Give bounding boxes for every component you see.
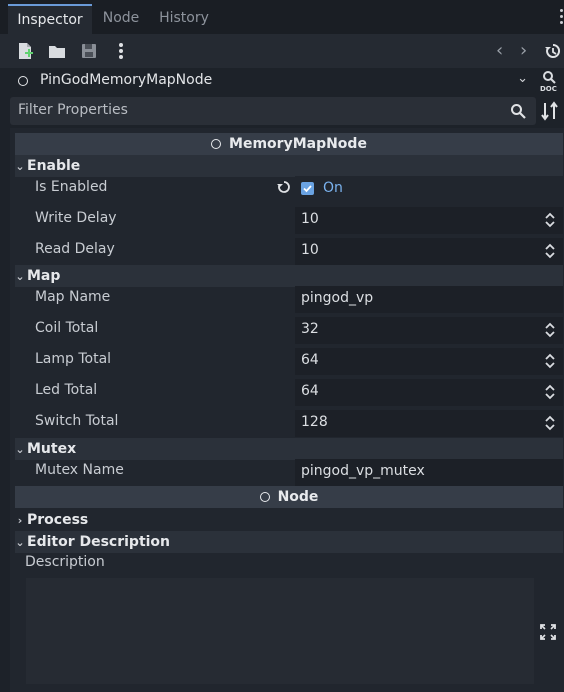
history-forward-icon[interactable]: › — [520, 40, 527, 61]
new-resource-icon[interactable] — [16, 42, 34, 60]
section-label: Editor Description — [27, 534, 171, 550]
switch-total-spinbox[interactable]: 128 — [295, 410, 563, 437]
object-selector[interactable]: PinGodMemoryMapNode ⌄ — [10, 68, 536, 94]
search-icon — [511, 104, 526, 119]
property-label: Map Name — [35, 289, 111, 305]
object-history-icon[interactable] — [544, 42, 562, 60]
map-name-value: pingod_vp — [301, 290, 374, 306]
write-delay-spinbox[interactable]: 10 — [295, 207, 563, 234]
read-delay-value: 10 — [301, 242, 319, 258]
property-is-enabled: Is Enabled On — [25, 174, 563, 205]
description-textarea[interactable] — [26, 578, 534, 684]
category-node: Node — [15, 486, 563, 508]
filter-properties-placeholder: Filter Properties — [18, 102, 128, 118]
lamp-total-value: 64 — [301, 352, 319, 368]
mutex-name-value: pingod_vp_mutex — [301, 463, 425, 479]
property-label: Led Total — [35, 382, 98, 398]
section-label: Enable — [27, 158, 81, 174]
lamp-total-spinbox[interactable]: 64 — [295, 348, 563, 375]
more-options-icon[interactable] — [112, 42, 130, 60]
spinner-arrows-icon[interactable] — [545, 415, 555, 431]
node-circle-icon — [259, 492, 270, 502]
coil-total-value: 32 — [301, 321, 319, 337]
node-circle-icon — [18, 76, 28, 86]
svg-text:DOC: DOC — [540, 85, 557, 92]
property-coil-total: Coil Total 32 — [25, 315, 563, 346]
open-folder-icon[interactable] — [48, 42, 66, 60]
property-label: Switch Total — [35, 413, 119, 429]
category-label: MemoryMapNode — [229, 136, 367, 152]
tab-menu-icon[interactable] — [558, 6, 564, 30]
tab-node[interactable]: Node — [96, 4, 146, 34]
spinner-arrows-icon[interactable] — [545, 353, 555, 369]
node-circle-icon — [211, 139, 222, 149]
map-name-field[interactable]: pingod_vp — [295, 286, 563, 313]
read-delay-spinbox[interactable]: 10 — [295, 238, 563, 265]
switch-total-value: 128 — [301, 414, 328, 430]
save-icon[interactable] — [80, 42, 98, 60]
property-lamp-total: Lamp Total 64 — [25, 346, 563, 377]
inspector-toolbar: ‹ › — [0, 34, 564, 68]
chevron-right-icon: › — [17, 514, 23, 527]
is-enabled-checkbox[interactable]: On — [295, 176, 563, 203]
property-label: Is Enabled — [35, 179, 108, 195]
spinner-arrows-icon[interactable] — [545, 243, 555, 259]
mutex-name-field[interactable]: pingod_vp_mutex — [295, 459, 563, 486]
expand-icon[interactable] — [540, 624, 556, 640]
chevron-down-icon: ⌄ — [15, 536, 25, 549]
object-name: PinGodMemoryMapNode — [40, 72, 213, 88]
property-label: Write Delay — [35, 210, 117, 226]
chevron-down-icon: ⌄ — [517, 71, 528, 86]
filter-properties-field[interactable]: Filter Properties — [10, 97, 536, 125]
section-label: Map — [27, 268, 61, 284]
tab-history[interactable]: History — [152, 4, 216, 34]
property-write-delay: Write Delay 10 — [25, 205, 563, 236]
section-label: Process — [27, 512, 89, 528]
write-delay-value: 10 — [301, 211, 319, 227]
open-documentation-icon[interactable]: DOC — [540, 70, 560, 92]
sort-properties-icon[interactable] — [540, 100, 560, 122]
led-total-value: 64 — [301, 383, 319, 399]
property-label: Read Delay — [35, 241, 115, 257]
property-map-name: Map Name pingod_vp — [25, 284, 563, 315]
property-label: Coil Total — [35, 320, 99, 336]
category-memory-map-node: MemoryMapNode — [15, 133, 563, 155]
spinner-arrows-icon[interactable] — [545, 212, 555, 228]
spinner-arrows-icon[interactable] — [545, 322, 555, 338]
is-enabled-value: On — [323, 180, 343, 196]
section-editor-description[interactable]: ⌄ Editor Description — [15, 531, 563, 553]
property-switch-total: Switch Total 128 — [25, 408, 563, 439]
coil-total-spinbox[interactable]: 32 — [295, 317, 563, 344]
checkbox-checked-icon — [301, 182, 314, 195]
description-label: Description — [25, 554, 105, 570]
property-read-delay: Read Delay 10 — [25, 236, 563, 267]
property-mutex-name: Mutex Name pingod_vp_mutex — [25, 457, 563, 488]
category-label: Node — [277, 489, 319, 505]
section-process[interactable]: › Process — [15, 509, 563, 531]
spinner-arrows-icon[interactable] — [545, 384, 555, 400]
property-label: Mutex Name — [35, 462, 124, 478]
revert-icon[interactable] — [277, 180, 291, 194]
tab-inspector[interactable]: Inspector — [8, 4, 92, 34]
property-led-total: Led Total 64 — [25, 377, 563, 408]
dock-tab-bar: Inspector Node History — [0, 0, 564, 34]
section-label: Mutex — [27, 441, 77, 457]
history-back-icon[interactable]: ‹ — [496, 40, 503, 61]
property-label: Lamp Total — [35, 351, 112, 367]
led-total-spinbox[interactable]: 64 — [295, 379, 563, 406]
